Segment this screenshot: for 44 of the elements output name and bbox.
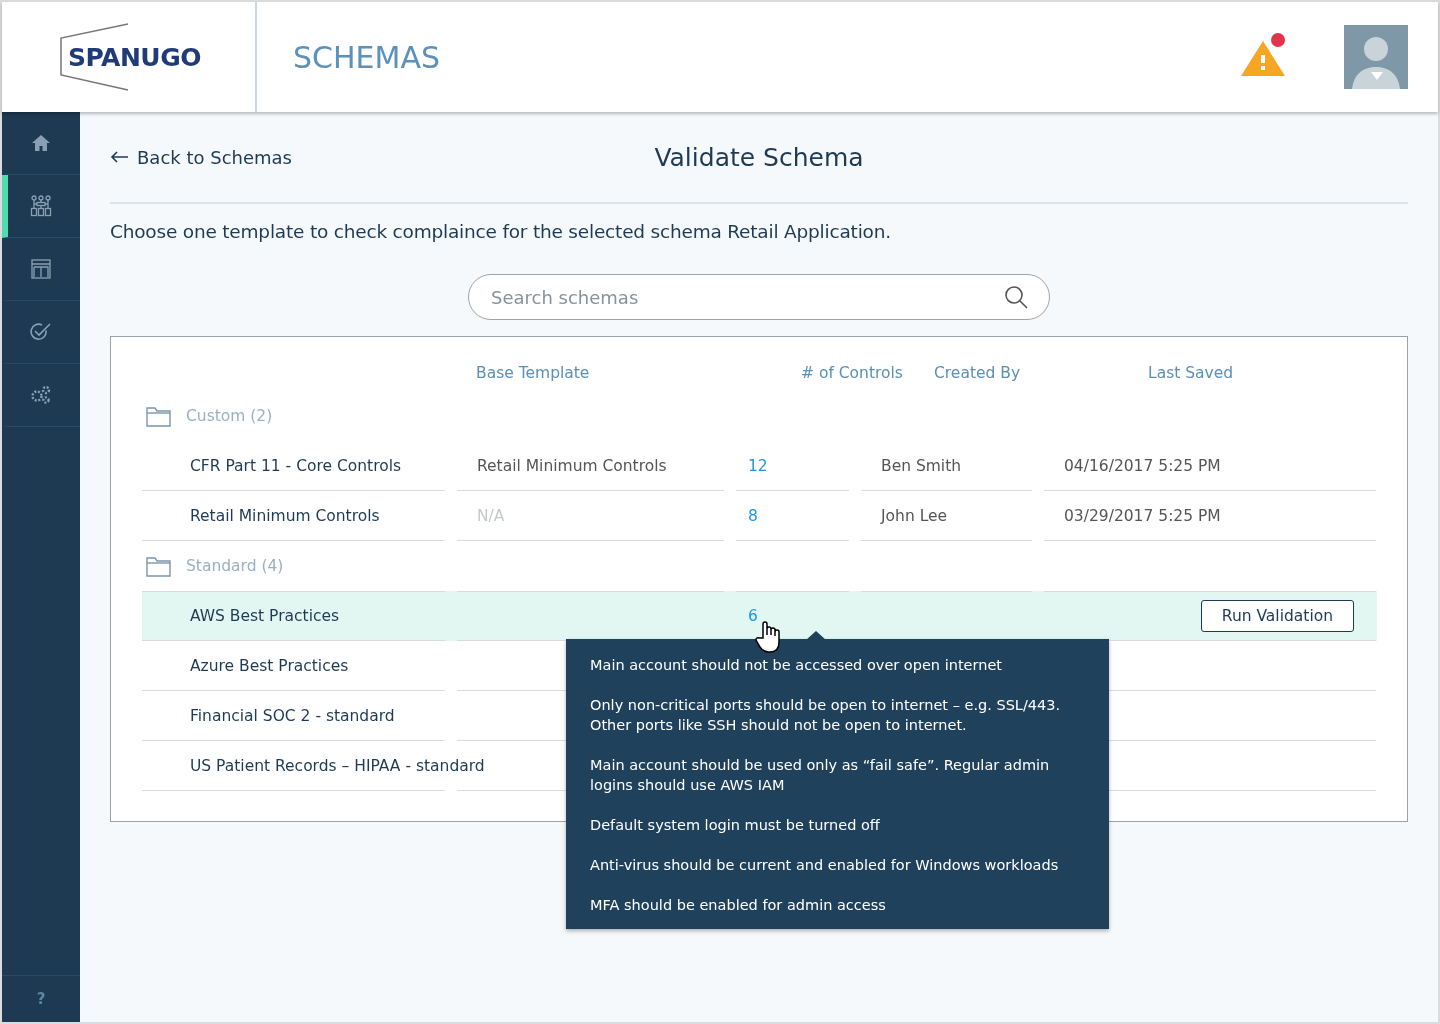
template-name: Retail Minimum Controls — [190, 506, 380, 525]
layout-icon — [31, 259, 51, 279]
back-link[interactable]: Back to Schemas — [110, 146, 292, 168]
check-circle-icon — [30, 322, 52, 342]
folder-icon — [146, 405, 172, 427]
page-title: Validate Schema — [654, 142, 864, 172]
arrow-left-icon — [110, 151, 129, 163]
column-header[interactable]: Last Saved — [1148, 364, 1234, 382]
template-name: AWS Best Practices — [190, 607, 340, 625]
hierarchy-icon — [30, 195, 52, 217]
tooltip-text: Main account should not be accessed over open internet — [590, 656, 1003, 675]
folder-icon — [146, 555, 172, 577]
template-name: CFR Part 11 - Core Controls — [190, 456, 402, 475]
last-saved: 04/16/2017 5:25 PM — [1064, 456, 1221, 475]
created-by: John Lee — [881, 506, 948, 525]
tooltip-text: Anti-virus should be current and enabled for Windows workloads — [590, 856, 1060, 875]
caret-icon — [1371, 72, 1383, 80]
instruction-text: Choose one template to check complaince for the selected schema Retail Application. — [110, 221, 892, 242]
column-header[interactable]: Created By — [934, 364, 1021, 382]
created-by: Ben Smith — [881, 456, 962, 475]
home-icon — [31, 134, 51, 152]
logo-text: SPANUGO — [67, 42, 201, 72]
controls-count: 8 — [748, 506, 758, 525]
base-template: Retail Minimum Controls — [477, 456, 667, 475]
column-header[interactable]: # of Controls — [801, 364, 903, 382]
run-validation-button[interactable]: Run Validation — [1200, 600, 1354, 632]
tooltip-pointer — [806, 631, 826, 640]
template-row[interactable]: Retail Minimum Controls N/A 8 John Lee 03/29/2017 5:25 PM — [142, 491, 1377, 541]
section-title: SCHEMAS — [292, 38, 441, 77]
base-template: N/A — [477, 506, 505, 525]
template-name: Financial SOC 2 - standard — [190, 706, 395, 725]
template-name: US Patient Records – HIPAA - standard — [190, 756, 485, 775]
controls-count: 12 — [748, 456, 768, 475]
tooltip-text: MFA should be enabled for admin access — [590, 896, 887, 915]
column-header[interactable]: Base Template — [476, 364, 590, 382]
search-field[interactable]: Search schemas — [468, 274, 1050, 320]
last-saved: 03/29/2017 5:25 PM — [1064, 506, 1221, 525]
template-name: Azure Best Practices — [190, 656, 349, 675]
tooltip-text: Default system login must be turned off — [590, 816, 881, 835]
nav-item[interactable] — [2, 175, 80, 238]
search-icon — [1004, 285, 1028, 309]
template-row[interactable]: CFR Part 11 - Core Controls Retail Minimum Controls 12 Ben Smith 04/16/2017 5:25 PM — [142, 441, 1377, 491]
tooltip-text: Only non-critical ports should be open to internet – e.g. SSL/443. Other ports like SSH should not be open to internet. — [590, 696, 1062, 735]
controls-count: 6 — [748, 607, 758, 625]
